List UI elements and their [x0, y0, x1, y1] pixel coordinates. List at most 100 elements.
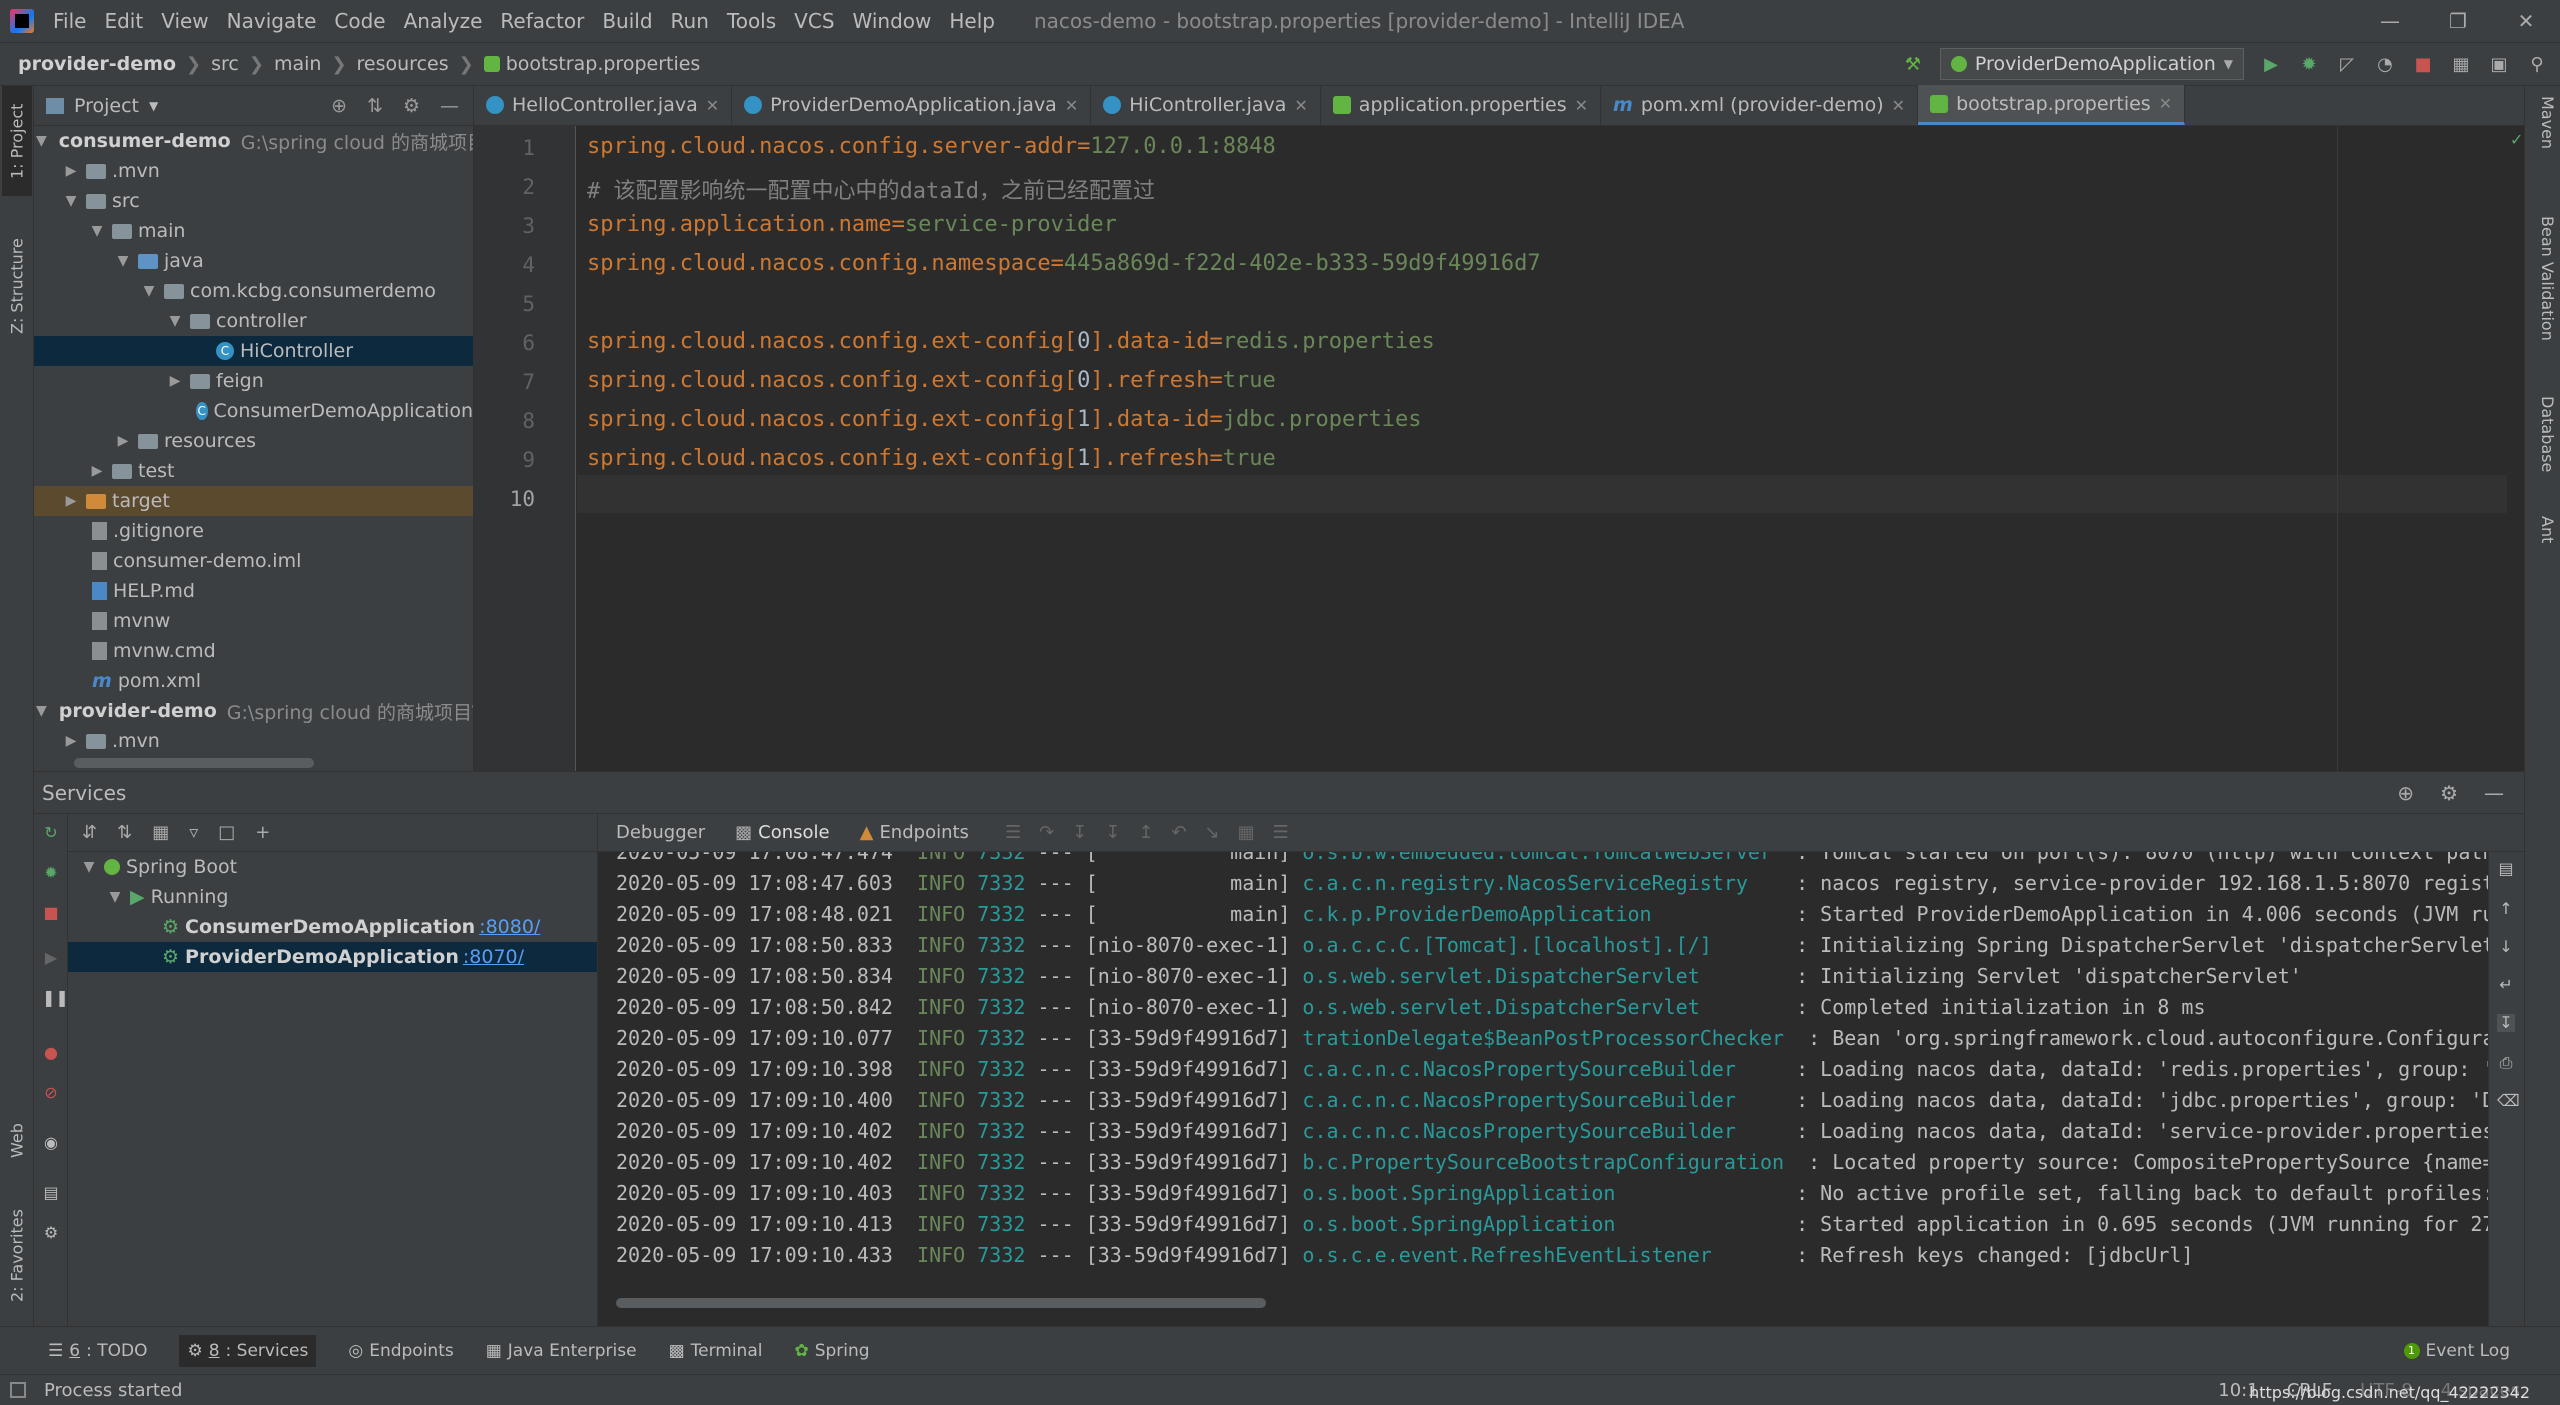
locate-icon[interactable]: ⊕: [331, 95, 347, 117]
down-arrow-icon[interactable]: ↓: [2497, 938, 2515, 956]
editor-tab-application-properties[interactable]: application.properties ✕: [1321, 85, 1602, 125]
print-icon[interactable]: ⎙: [2497, 1054, 2515, 1072]
restore-icon[interactable]: ❐: [2424, 9, 2492, 33]
tree-item-controller[interactable]: ▼ controller: [34, 306, 473, 336]
tree-item-mvn-2[interactable]: ▶ .mvn: [34, 726, 473, 756]
breadcrumb-provider-demo[interactable]: provider-demo: [18, 53, 176, 75]
close-icon[interactable]: ✕: [1575, 96, 1588, 115]
close-icon[interactable]: ✕: [1892, 96, 1905, 115]
bottom-tab-spring[interactable]: ✿ Spring: [794, 1341, 869, 1361]
globe-icon[interactable]: ⊕: [2397, 781, 2414, 805]
menu-help[interactable]: Help: [940, 0, 1004, 42]
pause-icon[interactable]: ❚❚: [42, 989, 69, 1007]
menu-run[interactable]: Run: [662, 0, 718, 42]
tree-item-iml[interactable]: consumer-demo.iml: [34, 546, 473, 576]
minimize-icon[interactable]: —: [2356, 9, 2424, 33]
close-icon[interactable]: ✕: [2159, 94, 2172, 113]
hide-icon[interactable]: —: [2484, 781, 2504, 805]
coverage-icon[interactable]: ◸: [2336, 53, 2358, 75]
editor-tab-hellocontroller[interactable]: HelloController.java ✕: [474, 85, 733, 125]
run-icon[interactable]: ▶: [2260, 53, 2282, 75]
event-log-button[interactable]: 1 Event Log: [2403, 1341, 2510, 1361]
tool-tab-project[interactable]: 1: Project: [2, 86, 32, 196]
menu-tools[interactable]: Tools: [718, 0, 785, 42]
debug-icon[interactable]: ✹: [2298, 53, 2320, 75]
tree-item-feign[interactable]: ▶ feign: [34, 366, 473, 396]
tree-item-mvn[interactable]: ▶ .mvn: [34, 156, 473, 186]
gear-icon[interactable]: ⚙: [403, 95, 420, 117]
tree-item-resources[interactable]: ▶ resources: [34, 426, 473, 456]
tree-item-help-md[interactable]: HELP.md: [34, 576, 473, 606]
tree-item-mvnw[interactable]: mvnw: [34, 606, 473, 636]
tool-window-toggle-icon[interactable]: [10, 1382, 26, 1398]
tool-tab-favorites[interactable]: 2: Favorites: [2, 1196, 32, 1316]
console-output[interactable]: 2020-05-09 17:08:47.474 INFO 7332 --- [ …: [598, 852, 2488, 1326]
breadcrumb-main[interactable]: main: [274, 53, 321, 75]
tree-item-provider-demo[interactable]: ▼ provider-demo G:\spring cloud 的商城项目\: [34, 696, 473, 726]
menu-navigate[interactable]: Navigate: [218, 0, 326, 42]
layout-icon[interactable]: ▤: [2497, 860, 2515, 878]
menu-icon[interactable]: ☰: [1005, 822, 1021, 843]
close-icon[interactable]: ✕: [1065, 96, 1078, 115]
service-consumerdemoapplication[interactable]: ⚙ ConsumerDemoApplication:8080/: [68, 912, 597, 942]
menu-edit[interactable]: Edit: [95, 0, 152, 42]
tool-tab-maven[interactable]: Maven: [2529, 96, 2557, 149]
tool-tab-web[interactable]: Web: [2, 1106, 32, 1176]
soft-wrap-icon[interactable]: ↵: [2497, 976, 2515, 994]
build-hammer-icon[interactable]: ⚒: [1902, 53, 1924, 75]
close-icon[interactable]: ✕: [706, 96, 719, 115]
camera-icon[interactable]: ◉: [42, 1134, 60, 1152]
menu-window[interactable]: Window: [844, 0, 941, 42]
step-over-icon[interactable]: ↷: [1039, 822, 1054, 843]
dropdown-arrow-icon[interactable]: ▼: [149, 99, 158, 113]
service-providerdemoapplication[interactable]: ⚙ ProviderDemoApplication:8070/: [68, 942, 597, 972]
bottom-tab-terminal[interactable]: ▩ Terminal: [669, 1341, 763, 1361]
tree-item-consumerdemoapplication[interactable]: C ConsumerDemoApplication: [34, 396, 473, 426]
project-panel-title[interactable]: Project: [74, 95, 139, 117]
drop-frame-icon[interactable]: ↶: [1171, 822, 1186, 843]
menu-build[interactable]: Build: [593, 0, 661, 42]
tree-item-hicontroller[interactable]: C HiController: [34, 336, 473, 366]
gear-icon[interactable]: ⚙: [2440, 781, 2458, 805]
hide-icon[interactable]: —: [440, 95, 459, 117]
bottom-tab-java-enterprise[interactable]: ▦ Java Enterprise: [486, 1341, 637, 1361]
debug-rerun-icon[interactable]: ✹: [42, 864, 60, 882]
tool-tab-database[interactable]: Database: [2529, 396, 2557, 472]
tab-endpoints[interactable]: ▲ Endpoints: [860, 822, 969, 843]
service-running-group[interactable]: ▼ ▶ Running: [68, 882, 597, 912]
bottom-tab-services[interactable]: ⚙ 8: Services: [179, 1334, 317, 1367]
tab-console[interactable]: ▩ Console: [735, 822, 829, 843]
code-editor[interactable]: spring.cloud.nacos.config.server-addr=12…: [577, 126, 2507, 771]
scroll-to-end-icon[interactable]: ↧: [2497, 1014, 2515, 1032]
menu-code[interactable]: Code: [325, 0, 394, 42]
close-icon[interactable]: ✕: [1294, 96, 1307, 115]
settings-icon[interactable]: ⚙: [42, 1224, 60, 1242]
resume-icon[interactable]: ▶: [42, 949, 60, 967]
tree-item-gitignore[interactable]: .gitignore: [34, 516, 473, 546]
menu-refactor[interactable]: Refactor: [491, 0, 593, 42]
trash-icon[interactable]: ⌫: [2497, 1092, 2520, 1110]
collapse-all-icon[interactable]: ⇅: [367, 95, 383, 117]
bottom-tab-todo[interactable]: ☰ 6: TODO: [48, 1341, 147, 1361]
tree-item-target[interactable]: ▶ target: [34, 486, 473, 516]
breadcrumb-bootstrap-properties[interactable]: bootstrap.properties: [483, 53, 700, 75]
filter-icon[interactable]: ▿: [189, 822, 198, 843]
force-step-into-icon[interactable]: ↧: [1105, 822, 1120, 843]
menu-view[interactable]: View: [152, 0, 217, 42]
add-icon[interactable]: +: [255, 822, 270, 843]
editor-tab-pom-xml[interactable]: m pom.xml (provider-demo) ✕: [1601, 85, 1919, 125]
editor-tab-hicontroller[interactable]: HiController.java ✕: [1091, 85, 1321, 125]
console-horizontal-scrollbar[interactable]: [616, 1298, 1266, 1308]
tool-tab-bean-validation[interactable]: Bean Validation: [2529, 216, 2557, 341]
tree-item-consumer-demo[interactable]: ▼ consumer-demo G:\spring cloud 的商城项目: [34, 126, 473, 156]
profile-icon[interactable]: ◔: [2374, 53, 2396, 75]
bottom-tab-endpoints[interactable]: ◎ Endpoints: [348, 1341, 453, 1361]
breadcrumb-resources[interactable]: resources: [357, 53, 449, 75]
service-spring-boot[interactable]: ▼ Spring Boot: [68, 852, 597, 882]
breadcrumb-src[interactable]: src: [211, 53, 239, 75]
run-to-cursor-icon[interactable]: ↘: [1205, 822, 1220, 843]
search-icon[interactable]: ⚲: [2526, 53, 2548, 75]
tree-item-src[interactable]: ▼ src: [34, 186, 473, 216]
up-arrow-icon[interactable]: ↑: [2497, 900, 2515, 918]
evaluate-icon[interactable]: ▦: [1238, 822, 1255, 843]
